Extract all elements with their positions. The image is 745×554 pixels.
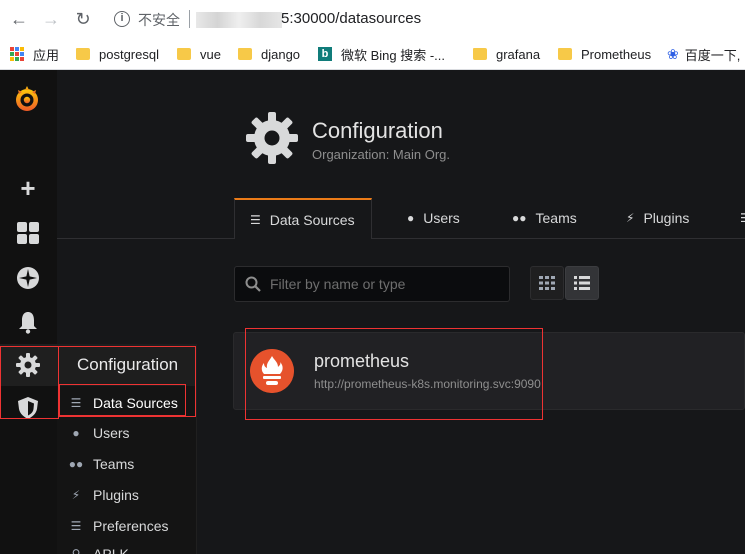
prometheus-logo-icon: [250, 349, 294, 393]
bookmark-label: vue: [200, 46, 221, 62]
key-icon: ⚲: [71, 547, 81, 554]
dashboards-icon[interactable]: [16, 221, 40, 245]
bookmark-label: 百度一下,: [684, 47, 741, 63]
page-title: Configuration: [312, 118, 443, 143]
folder-icon: [76, 48, 90, 60]
flyout-item-label: Preferences: [93, 518, 169, 534]
datasource-url: http://prometheus-k8s.monitoring.svc:909…: [314, 377, 541, 391]
flyout-header: Configuration: [57, 344, 197, 386]
database-icon: ☰: [70, 396, 82, 410]
back-arrow-icon[interactable]: ←: [8, 8, 30, 30]
users-icon: ●●: [68, 457, 84, 471]
flyout-item-label: Users: [93, 425, 130, 441]
bell-icon[interactable]: [16, 310, 40, 334]
folder-icon: [238, 48, 252, 60]
shield-icon[interactable]: [16, 396, 40, 420]
bookmark-label: grafana: [496, 46, 541, 62]
tab-plugins[interactable]: ⚡ Plugins: [626, 198, 689, 238]
tab-label: Plugins: [643, 210, 690, 226]
flyout-item-teams[interactable]: ●● Teams: [67, 450, 192, 478]
tab-users[interactable]: ● Users: [407, 198, 460, 238]
configuration-gear-icon: [246, 112, 298, 164]
explore-compass-icon[interactable]: [16, 266, 40, 290]
bookmark-baidu[interactable]: ❀ 百度一下,: [667, 45, 740, 63]
database-icon: ☰: [250, 212, 261, 227]
configuration-flyout-menu: Configuration ☰ Data Sources ● Users ●● …: [57, 344, 197, 554]
tab-data-sources[interactable]: ☰ Data Sources: [234, 198, 372, 239]
grid-icon: [539, 276, 555, 290]
sidebar-item-configuration[interactable]: [0, 344, 57, 386]
bookmark-label: Prometheus: [581, 46, 652, 62]
folder-icon: [473, 48, 487, 60]
flyout-item-users[interactable]: ● Users: [67, 419, 192, 447]
search-icon: [245, 276, 261, 292]
grafana-logo-icon[interactable]: [12, 84, 42, 114]
bookmark-django[interactable]: django: [238, 45, 300, 63]
list-view-button[interactable]: [565, 266, 599, 300]
sliders-icon: ☰: [70, 519, 82, 533]
reload-icon[interactable]: ↻: [72, 8, 94, 30]
plus-icon[interactable]: +: [16, 175, 40, 201]
user-icon: ●: [72, 426, 80, 440]
insecure-label[interactable]: 不安全: [138, 10, 180, 30]
bookmark-label: django: [261, 46, 301, 62]
user-icon: ●: [407, 211, 415, 225]
flyout-item-preferences[interactable]: ☰ Preferences: [67, 512, 192, 540]
users-icon: ●●: [512, 211, 527, 225]
flyout-item-api-keys[interactable]: ⚲ API K...: [67, 540, 192, 554]
url-text[interactable]: 5:30000/datasources: [281, 10, 421, 27]
flyout-item-data-sources[interactable]: ☰ Data Sources: [67, 389, 192, 417]
apps-icon: [10, 47, 24, 61]
tabs-divider: [57, 238, 745, 239]
flyout-item-label: Data Sources: [93, 395, 178, 411]
plug-icon: ⚡: [71, 488, 81, 502]
datasource-card[interactable]: [233, 332, 745, 410]
tab-label: Users: [423, 210, 460, 226]
bookmark-prometheus[interactable]: Prometheus: [558, 45, 651, 63]
plug-icon: ⚡: [626, 211, 635, 225]
forward-arrow-icon[interactable]: →: [40, 8, 62, 30]
search-input[interactable]: [270, 274, 500, 294]
sidebar: +: [0, 70, 57, 554]
flyout-title: Configuration: [77, 355, 179, 374]
grid-view-button[interactable]: [530, 266, 564, 300]
bookmark-apps[interactable]: 应用: [10, 45, 59, 63]
bookmark-vue[interactable]: vue: [177, 45, 221, 63]
browser-address-bar: ← → ↻ i 不安全 5:30000/datasources: [0, 0, 745, 38]
folder-icon: [177, 48, 191, 60]
info-icon[interactable]: i: [114, 11, 130, 27]
datasource-name[interactable]: prometheus: [314, 351, 409, 372]
tab-more[interactable]: ☰: [740, 198, 745, 238]
redacted-host: [196, 12, 282, 28]
page-subtitle: Organization: Main Org.: [312, 147, 451, 162]
tab-teams[interactable]: ●● Teams: [512, 198, 577, 238]
folder-icon: [558, 48, 572, 60]
divider: [189, 10, 190, 28]
baidu-icon: ❀: [667, 45, 679, 62]
flyout-item-label: API K...: [93, 546, 141, 554]
bookmarks-bar: 应用 postgresql vue django b 微软 Bing 搜索 -.…: [0, 38, 745, 70]
more-icon: ☰: [740, 211, 745, 225]
flyout-item-label: Plugins: [93, 487, 139, 503]
list-icon: [574, 276, 590, 290]
tab-label: Data Sources: [269, 211, 355, 228]
search-box: [234, 266, 510, 302]
bookmark-label: 应用: [33, 47, 60, 63]
bookmark-bing[interactable]: b 微软 Bing 搜索 -...: [318, 45, 445, 63]
gear-icon: [16, 353, 40, 377]
bookmark-label: 微软 Bing 搜索 -...: [341, 47, 446, 63]
flyout-item-plugins[interactable]: ⚡ Plugins: [67, 481, 192, 509]
flyout-item-label: Teams: [93, 456, 135, 472]
bing-icon: b: [318, 47, 332, 61]
tab-label: Teams: [535, 210, 577, 226]
bookmark-postgresql[interactable]: postgresql: [76, 45, 159, 63]
bookmark-label: postgresql: [99, 46, 159, 62]
bookmark-grafana[interactable]: grafana: [473, 45, 540, 63]
